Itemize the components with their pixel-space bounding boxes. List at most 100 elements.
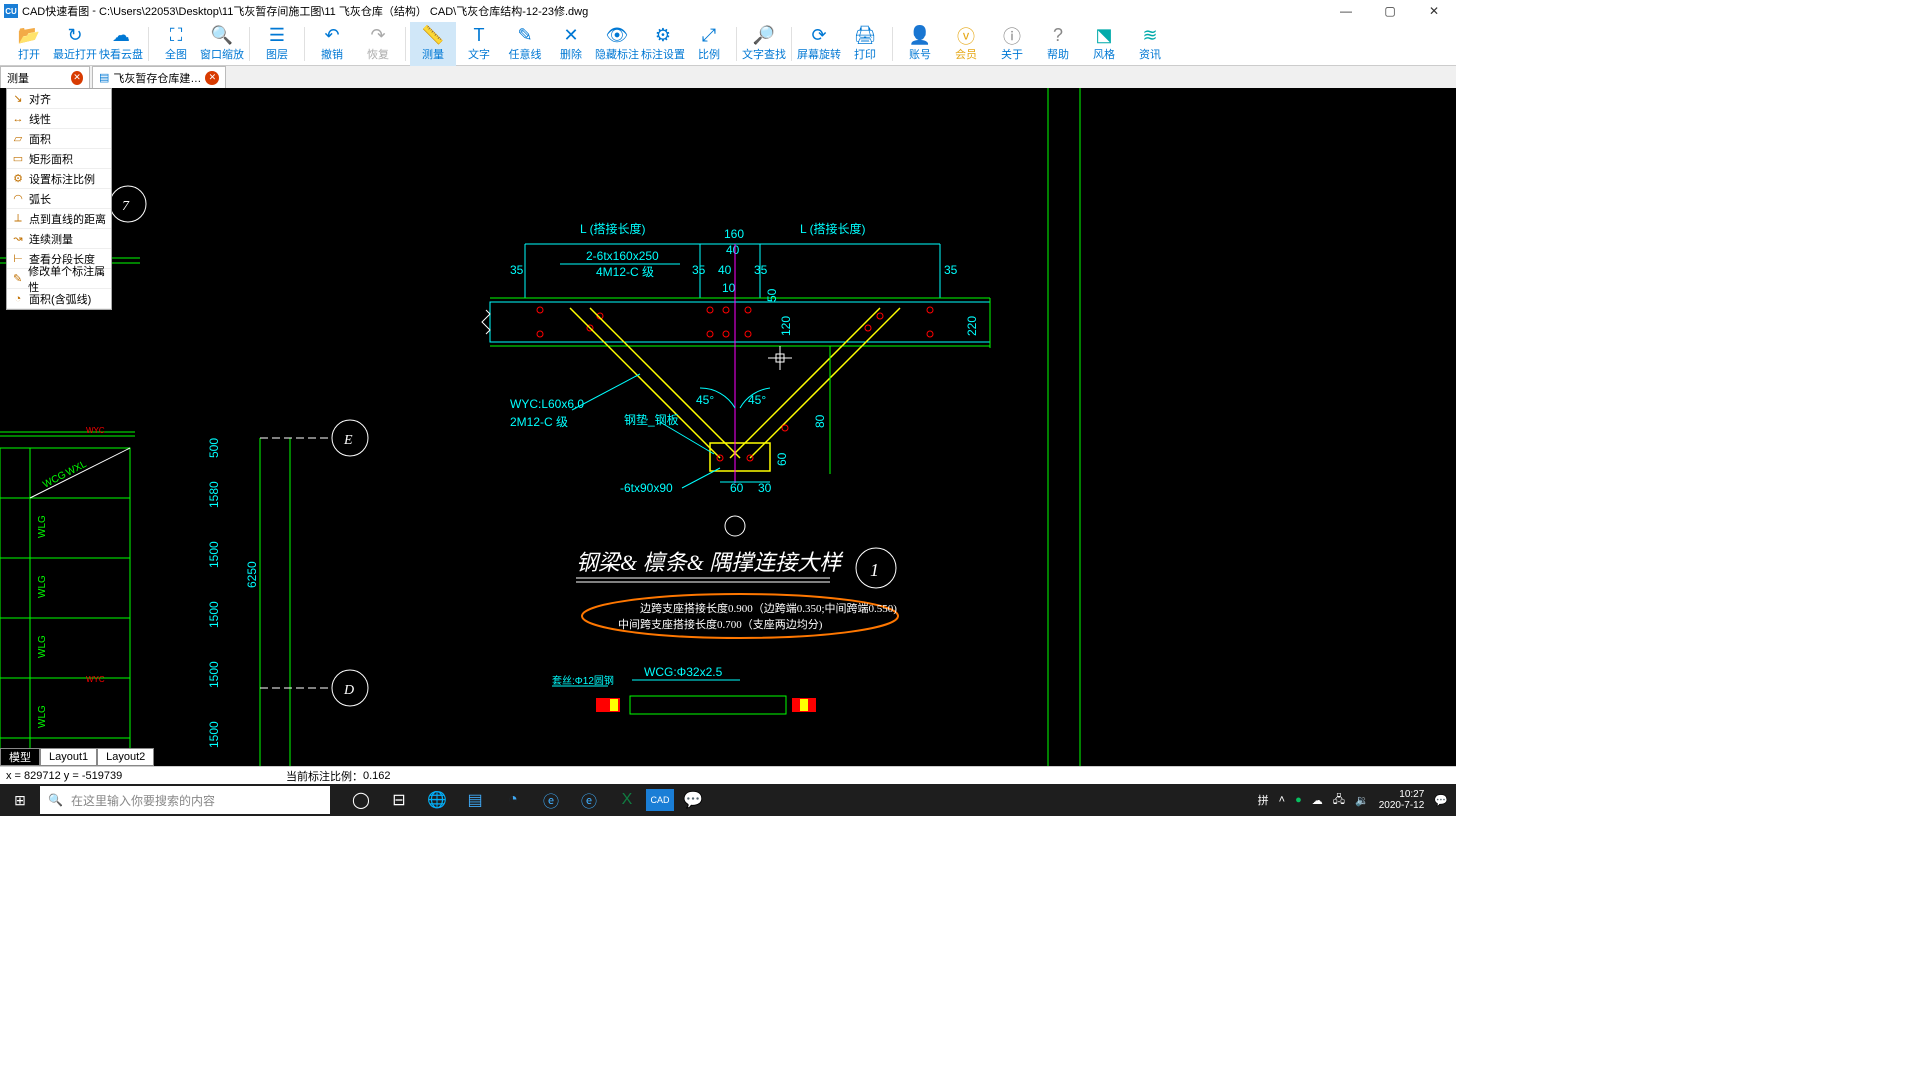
undo-button[interactable]: ↶撤销 [309,22,355,66]
notification-icon[interactable]: 💬 [1434,794,1448,807]
measure-align[interactable]: ↘对齐 [7,89,111,109]
wifi-icon: ≋ [1142,26,1157,46]
cloud-tray-icon[interactable]: ☁ [1312,794,1323,807]
svg-text:钢垫_钢板: 钢垫_钢板 [624,412,679,427]
layout-tab-2[interactable]: Layout2 [97,748,154,766]
delete-button[interactable]: ✕删除 [548,22,594,66]
measure-area[interactable]: ▱面积 [7,129,111,149]
excel-icon[interactable]: X [608,784,646,816]
scale-button[interactable]: ⤢比例 [686,22,732,66]
edit-icon: ✎ [11,272,24,285]
freeline-button[interactable]: ✎任意线 [502,22,548,66]
measure-continuous[interactable]: ↝连续测量 [7,229,111,249]
main-toolbar: 📂打开 ↻最近打开 ☁快看云盘 ⛶全图 🔍窗口缩放 ☰图层 ↶撤销 ↷恢复 📏测… [0,22,1456,66]
taskbar-clock[interactable]: 10:27 2020-7-12 [1379,789,1425,811]
chrome-icon[interactable]: 🌐 [418,784,456,816]
cad-app-icon[interactable]: CAD [646,789,674,811]
help-button[interactable]: ?帮助 [1035,22,1081,66]
command-input[interactable] [7,72,67,84]
svg-text:1580: 1580 [207,481,221,508]
network-icon[interactable]: 🖧 [1333,791,1345,810]
svg-text:45°: 45° [748,393,766,407]
zoom-extents-button[interactable]: ⛶全图 [153,22,199,66]
measure-rect-area[interactable]: ▭矩形面积 [7,149,111,169]
svg-text:1500: 1500 [207,661,221,688]
print-button[interactable]: 🖨打印 [842,22,888,66]
measure-point-line[interactable]: ⟂点到直线的距离 [7,209,111,229]
window-minimize-button[interactable]: — [1324,0,1368,22]
svg-text:60: 60 [775,452,789,466]
open-button[interactable]: 📂打开 [6,22,52,66]
account-button[interactable]: 👤账号 [897,22,943,66]
layout-tab-model[interactable]: 模型 [0,748,40,766]
svg-text:WLG: WLG [37,705,48,728]
window-close-button[interactable]: ✕ [1412,0,1456,22]
svg-text:L (搭接长度): L (搭接长度) [580,221,646,236]
layer-button[interactable]: ☰图层 [254,22,300,66]
svg-text:35: 35 [692,263,706,277]
folder-open-icon: 📂 [18,26,40,46]
filemanager-icon[interactable]: ▤ [456,784,494,816]
vip-button[interactable]: ⓥ会员 [943,22,989,66]
about-button[interactable]: ⓘ关于 [989,22,1035,66]
volume-icon[interactable]: 🔉 [1355,794,1369,807]
svg-text:1: 1 [870,560,879,580]
taskbar-search[interactable]: 🔍 在这里输入你要搜索的内容 [40,786,330,814]
align-icon: ↘ [11,92,25,105]
command-input-tab[interactable]: ✕ [0,66,90,88]
pointline-icon: ⟂ [11,212,25,225]
annotation-settings-button[interactable]: ⚙标注设置 [640,22,686,66]
measure-set-scale[interactable]: ⚙设置标注比例 [7,169,111,189]
axis-E-label: E [343,433,353,448]
search-text-icon: 🔎 [753,26,775,46]
file-tab-label: 飞灰暂存仓库建… [113,70,201,86]
measure-edit-annot[interactable]: ✎修改单个标注属性 [7,269,111,289]
measure-button[interactable]: 📏测量 [410,22,456,66]
zoom-window-icon: 🔍 [211,26,233,46]
svg-text:1500: 1500 [207,601,221,628]
search-placeholder: 在这里输入你要搜索的内容 [71,792,215,809]
scale-label: 当前标注比例： [286,768,363,784]
svg-text:10: 10 [722,281,736,295]
layout-tab-1[interactable]: Layout1 [40,748,97,766]
close-tab-icon[interactable]: ✕ [205,71,219,85]
window-titlebar: CU CAD快速看图 - C:\Users\22053\Desktop\11飞灰… [0,0,1456,22]
cortana-button[interactable]: ⊟ [380,784,418,816]
svg-text:160: 160 [724,227,744,241]
svg-text:1500: 1500 [207,541,221,568]
edge-icon[interactable]: ⓔ [570,784,608,816]
text-find-button[interactable]: 🔎文字查找 [741,22,787,66]
news-button[interactable]: ≋资讯 [1127,22,1173,66]
svg-text:80: 80 [813,414,827,428]
taskview-button[interactable]: ◯ [342,784,380,816]
text-button[interactable]: T文字 [456,22,502,66]
close-input-icon[interactable]: ✕ [71,71,83,85]
svg-text:L (搭接长度): L (搭接长度) [800,221,866,236]
drawing-canvas[interactable]: 7 WYC WCG WXL WLG WLG WLG WLG WYC 500 15… [0,88,1456,766]
edge-legacy-icon[interactable]: ◔ [494,784,532,816]
document-tabs: ✕ ▤ 飞灰暂存仓库建… ✕ [0,66,1456,88]
cloud-icon: ☁ [112,26,130,46]
file-tab[interactable]: ▤ 飞灰暂存仓库建… ✕ [92,66,226,88]
ime-icon[interactable]: 拼 [1258,792,1269,808]
continuous-icon: ↝ [11,232,25,245]
areaarc-icon: ◔ [11,293,25,305]
window-maximize-button[interactable]: ▢ [1368,0,1412,22]
scale-value: 0.162 [363,770,391,782]
screen-rotate-button[interactable]: ⟳屏幕旋转 [796,22,842,66]
measure-linear[interactable]: ↔线性 [7,109,111,129]
search-icon: 🔍 [48,793,63,807]
wechat-tray-icon[interactable]: ● [1295,794,1302,806]
start-button[interactable]: ⊞ [0,784,40,816]
style-button[interactable]: ⬔风格 [1081,22,1127,66]
wechat-icon[interactable]: 💬 [674,784,712,816]
recent-button[interactable]: ↻最近打开 [52,22,98,66]
cloud-disk-button[interactable]: ☁快看云盘 [98,22,144,66]
hide-annotation-button[interactable]: 👁隐藏标注 [594,22,640,66]
tray-chevron-icon[interactable]: ˄ [1279,794,1285,806]
zoom-window-button[interactable]: 🔍窗口缩放 [199,22,245,66]
measure-arc[interactable]: ◠弧长 [7,189,111,209]
redo-button[interactable]: ↷恢复 [355,22,401,66]
svg-text:WXL: WXL [64,459,89,479]
ie-icon[interactable]: ⓔ [532,784,570,816]
